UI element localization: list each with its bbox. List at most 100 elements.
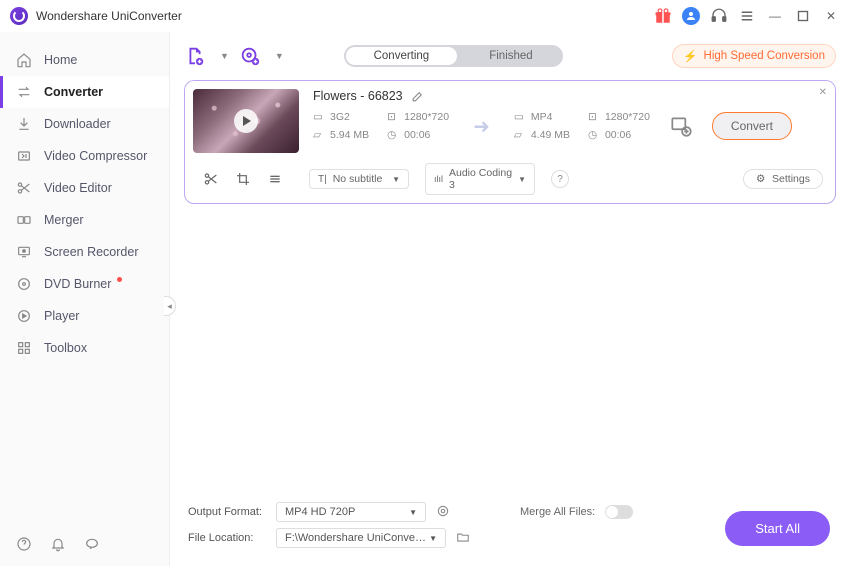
sidebar-item-label: Toolbox [44,341,87,355]
gear-icon: ⚙ [756,173,767,185]
add-file-button[interactable] [184,45,206,67]
dst-size: 4.49 MB [531,129,570,141]
sidebar-item-label: Video Editor [44,181,112,195]
high-speed-label: High Speed Conversion [704,50,825,62]
convert-button[interactable]: Convert [712,112,792,140]
scissors-icon [16,180,32,196]
sidebar-item-merger[interactable]: Merger [0,204,169,236]
file-location-label: File Location: [188,532,266,544]
trim-icon[interactable] [203,171,219,187]
minimize-icon[interactable]: — [766,7,784,25]
folder-icon[interactable] [456,530,470,547]
video-thumbnail[interactable] [193,89,299,153]
headset-icon[interactable] [710,7,728,25]
merge-toggle[interactable] [605,505,633,519]
play-overlay-icon [234,109,258,133]
merge-icon [16,212,32,228]
main-panel: ▼ ▼ Converting Finished ⚡ High Speed Con… [170,32,850,566]
file-card: ✕ Flowers - 66823 ▭3G2 ▱5.94 M [184,80,836,204]
sidebar-item-home[interactable]: Home [0,44,169,76]
sidebar-item-label: Player [44,309,79,323]
gift-icon[interactable] [654,7,672,25]
output-format-select[interactable]: MP4 HD 720P▼ [276,502,426,522]
rename-icon[interactable] [411,90,424,103]
subtitle-dropdown[interactable]: T|No subtitle▼ [309,169,409,189]
video-icon: ▭ [514,111,526,123]
home-icon [16,52,32,68]
clock-icon: ◷ [588,129,600,141]
settings-button[interactable]: ⚙ Settings [743,169,823,189]
sidebar-item-label: Video Compressor [44,149,147,163]
sidebar-item-label: Downloader [44,117,111,131]
recorder-icon [16,244,32,260]
grid-icon [16,340,32,356]
dst-resolution: 1280*720 [605,111,650,123]
help-icon[interactable]: ? [551,170,569,188]
src-size: 5.94 MB [330,129,369,141]
dst-duration: 00:06 [605,129,631,141]
sidebar-item-converter[interactable]: Converter [0,76,169,108]
disc-icon [16,276,32,292]
settings-label: Settings [772,173,810,185]
video-icon: ▭ [313,111,325,123]
sidebar-item-label: DVD Burner [44,277,111,291]
sidebar-item-label: Merger [44,213,84,227]
file-icon: ▱ [514,129,526,141]
audio-dropdown[interactable]: ılılAudio Coding 3▼ [425,163,535,195]
output-settings-icon[interactable] [668,113,694,139]
dst-format: MP4 [531,111,553,123]
tab-switcher: Converting Finished [344,45,563,67]
sidebar: Home Converter Downloader Video Compress… [0,32,170,566]
src-format: 3G2 [330,111,350,123]
converter-icon [16,84,32,100]
sidebar-item-downloader[interactable]: Downloader [0,108,169,140]
maximize-icon[interactable] [794,7,812,25]
chevron-down-icon[interactable]: ▼ [220,51,229,61]
add-disc-button[interactable] [239,45,261,67]
start-all-button[interactable]: Start All [725,511,830,546]
tab-converting[interactable]: Converting [346,47,458,65]
src-resolution: 1280*720 [404,111,449,123]
file-location-value: F:\Wondershare UniConverter [285,532,429,544]
user-avatar-icon[interactable] [682,7,700,25]
play-icon [16,308,32,324]
crop-icon[interactable] [235,171,251,187]
sidebar-item-dvd[interactable]: DVD Burner [0,268,169,300]
resolution-icon: ⊡ [387,111,399,123]
sidebar-item-label: Home [44,53,77,67]
app-title: Wondershare UniConverter [36,9,654,23]
bell-icon[interactable] [50,536,66,552]
close-card-button[interactable]: ✕ [819,87,827,98]
arrow-right-icon: ➜ [473,114,490,139]
output-format-label: Output Format: [188,506,266,518]
file-icon: ▱ [313,129,325,141]
resolution-icon: ⊡ [588,111,600,123]
close-icon[interactable]: ✕ [822,7,840,25]
high-speed-button[interactable]: ⚡ High Speed Conversion [672,44,836,68]
sidebar-item-toolbox[interactable]: Toolbox [0,332,169,364]
sidebar-item-label: Converter [44,85,103,99]
help-icon[interactable] [16,536,32,552]
feedback-icon[interactable] [84,536,100,552]
compress-icon [16,148,32,164]
file-location-select[interactable]: F:\Wondershare UniConverter▼ [276,528,446,548]
sidebar-item-label: Screen Recorder [44,245,139,259]
format-settings-icon[interactable] [436,504,450,521]
file-title: Flowers - 66823 [313,89,403,103]
more-icon[interactable] [267,171,283,187]
titlebar: Wondershare UniConverter — ✕ [0,0,850,32]
download-icon [16,116,32,132]
subtitle-value: No subtitle [333,173,383,185]
sidebar-item-editor[interactable]: Video Editor [0,172,169,204]
sidebar-item-player[interactable]: Player [0,300,169,332]
app-logo [10,7,28,25]
menu-icon[interactable] [738,7,756,25]
audio-value: Audio Coding 3 [449,167,512,191]
sidebar-item-compressor[interactable]: Video Compressor [0,140,169,172]
notification-dot-icon [117,277,122,282]
tab-finished[interactable]: Finished [459,45,562,67]
sidebar-item-recorder[interactable]: Screen Recorder [0,236,169,268]
output-format-value: MP4 HD 720P [285,506,355,518]
merge-label: Merge All Files: [520,506,595,518]
chevron-down-icon[interactable]: ▼ [275,51,284,61]
